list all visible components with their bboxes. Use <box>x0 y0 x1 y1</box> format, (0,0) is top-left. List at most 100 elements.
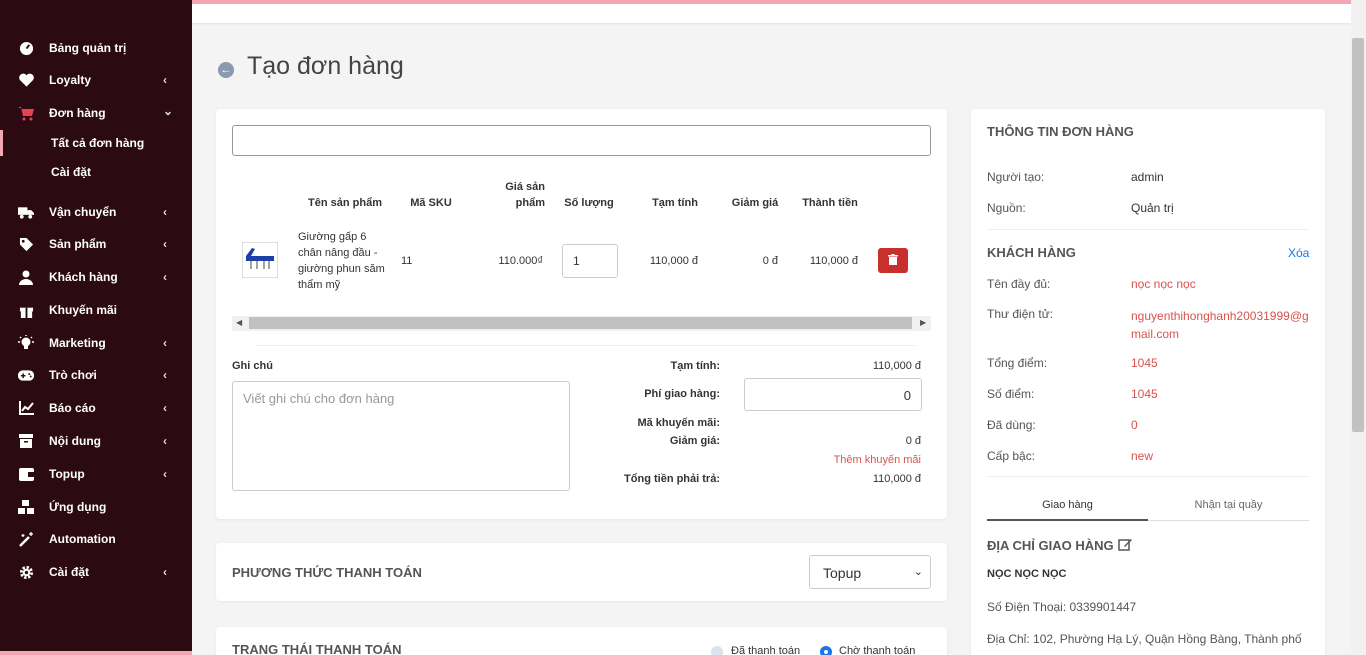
sidebar-item-marketing[interactable]: Marketing ‹ <box>0 328 192 358</box>
recipient-phone: Số Điện Thoại: 0339901447 <box>987 600 1137 614</box>
divider <box>256 345 916 346</box>
column-header-total: Thành tiền <box>802 197 858 209</box>
scroll-right-arrow-icon[interactable]: ▶ <box>920 318 926 327</box>
sidebar-item-settings[interactable]: Cài đặt ‹ <box>0 557 192 587</box>
payment-method-select[interactable]: Topup ⌄ <box>809 555 931 589</box>
chevron-left-icon: ‹ <box>163 237 167 251</box>
product-sku: 11 <box>401 255 413 267</box>
promo-code-label: Mã khuyến mãi: <box>637 417 720 429</box>
column-header-subtotal: Tạm tính <box>652 197 698 209</box>
delete-row-button[interactable] <box>878 248 908 273</box>
column-header-qty: Số lượng <box>564 197 614 209</box>
divider <box>1148 520 1309 521</box>
sidebar-item-automation[interactable]: Automation <box>0 524 192 554</box>
back-arrow-icon[interactable]: ← <box>218 62 234 78</box>
sidebar-item-content[interactable]: Nội dung ‹ <box>0 426 192 456</box>
sidebar-item-products[interactable]: Sản phẩm ‹ <box>0 229 192 259</box>
pending-radio-label: Chờ thanh toán <box>839 645 916 655</box>
scroll-left-arrow-icon[interactable]: ◀ <box>236 318 242 327</box>
total-points-label: Tổng điểm: <box>987 356 1048 370</box>
tag-icon <box>18 236 34 252</box>
recipient-name: NỌC NỌC NỌC <box>987 568 1067 580</box>
total-points-value: 1045 <box>1131 356 1158 370</box>
sidebar-item-orders[interactable]: Đơn hàng ⌄ <box>0 98 192 128</box>
subtotal-value: 110,000 đ <box>872 360 921 372</box>
archive-icon <box>18 433 34 449</box>
main-content: ← Tạo đơn hàng Tên sản phẩm Mã SKU Giá s… <box>192 0 1366 655</box>
column-header-discount: Giảm giá <box>731 197 779 209</box>
bulb-icon <box>18 335 34 351</box>
paid-radio[interactable] <box>711 646 723 655</box>
order-info-card: THÔNG TIN ĐƠN HÀNG Người tạo: admin Nguồ… <box>971 109 1325 655</box>
sidebar-item-topup[interactable]: Topup ‹ <box>0 459 192 489</box>
payment-status-card: TRẠNG THÁI THANH TOÁN Đã thanh toán Chờ … <box>216 627 947 655</box>
sidebar-item-games[interactable]: Trò chơi ‹ <box>0 360 192 390</box>
total-label: Tổng tiền phải trả: <box>624 473 720 485</box>
source-value: Quản trị <box>1131 201 1174 215</box>
sidebar-bottom-bar <box>0 651 192 655</box>
chevron-left-icon: ‹ <box>163 467 167 481</box>
chart-icon <box>18 400 34 416</box>
active-tab-indicator <box>987 519 1148 521</box>
email-label: Thư điện tử: <box>987 307 1054 321</box>
product-search-input[interactable] <box>232 125 931 156</box>
chevron-left-icon: ‹ <box>163 205 167 219</box>
sidebar-item-apps[interactable]: Ứng dụng <box>0 492 192 522</box>
points-value: 1045 <box>1131 387 1158 401</box>
page-title: Tạo đơn hàng <box>247 52 404 80</box>
points-label: Số điểm: <box>987 387 1035 401</box>
shipping-fee-input[interactable]: 0 <box>744 378 922 411</box>
sidebar-subitem-all-orders[interactable]: Tất cả đơn hàng <box>0 130 192 156</box>
source-label: Nguồn: <box>987 201 1026 215</box>
chevron-left-icon: ‹ <box>163 368 167 382</box>
used-points-value: 0 <box>1131 418 1138 432</box>
tier-label: Cấp bậc: <box>987 449 1036 463</box>
cart-icon <box>18 105 34 121</box>
tab-pickup[interactable]: Nhận tại quầy <box>1148 499 1309 511</box>
shipping-fee-label: Phí giao hàng: <box>644 388 720 400</box>
divider <box>987 229 1309 230</box>
quantity-input[interactable]: 1 <box>562 244 618 278</box>
sidebar-item-promotions[interactable]: Khuyến mãi <box>0 295 192 325</box>
edit-icon[interactable] <box>1118 537 1133 557</box>
horizontal-scrollbar[interactable]: ◀ ▶ <box>232 316 931 331</box>
sidebar-item-shipping[interactable]: Vận chuyển ‹ <box>0 197 192 227</box>
add-promo-link[interactable]: Thêm khuyến mãi <box>771 454 921 466</box>
product-discount: 0 đ <box>762 255 778 267</box>
discount-label: Giảm giá: <box>669 435 720 447</box>
subtotal-label: Tạm tính: <box>670 360 721 372</box>
sidebar: Bảng quản trị Loyalty ‹ Đơn hàng ⌄ Tất c… <box>0 0 192 655</box>
payment-method-card: PHƯƠNG THỨC THANH TOÁN Topup ⌄ <box>216 543 947 601</box>
sidebar-item-reports[interactable]: Báo cáo ‹ <box>0 393 192 423</box>
creator-label: Người tạo: <box>987 170 1045 184</box>
sidebar-item-dashboard[interactable]: Bảng quản trị <box>0 33 192 63</box>
tab-delivery[interactable]: Giao hàng <box>987 499 1148 511</box>
chevron-left-icon: ‹ <box>163 270 167 284</box>
chevron-down-icon: ⌄ <box>163 104 174 118</box>
chevron-left-icon: ‹ <box>163 434 167 448</box>
tier-value: new <box>1131 449 1154 463</box>
product-total: 110,000 đ <box>809 255 858 267</box>
divider <box>987 476 1309 477</box>
vertical-scrollbar[interactable] <box>1351 0 1366 655</box>
magic-icon <box>18 531 34 547</box>
used-points-label: Đã dùng: <box>987 418 1036 432</box>
customer-delete-link[interactable]: Xóa <box>1288 246 1309 260</box>
column-header-name: Tên sản phẩm <box>308 197 382 209</box>
chevron-left-icon: ‹ <box>163 401 167 415</box>
cubes-icon <box>18 499 34 515</box>
column-header-price: Giá sản phẩm <box>505 181 545 209</box>
pending-radio[interactable] <box>820 646 832 655</box>
chevron-down-icon: ⌄ <box>913 566 923 578</box>
product-subtotal: 110,000 đ <box>649 255 698 267</box>
sidebar-item-customers[interactable]: Khách hàng ‹ <box>0 262 192 292</box>
gear-icon <box>18 564 34 580</box>
sidebar-item-loyalty[interactable]: Loyalty ‹ <box>0 65 192 95</box>
total-value: 110,000 đ <box>872 473 921 485</box>
column-header-sku: Mã SKU <box>410 197 452 209</box>
horizontal-scrollbar-thumb[interactable] <box>249 317 912 329</box>
sidebar-subitem-order-settings[interactable]: Cài đặt <box>0 159 192 185</box>
scrollbar-thumb[interactable] <box>1352 38 1364 432</box>
fullname-label: Tên đầy đủ: <box>987 277 1051 291</box>
products-card: Tên sản phẩm Mã SKU Giá sản phẩm Số lượn… <box>216 109 947 519</box>
